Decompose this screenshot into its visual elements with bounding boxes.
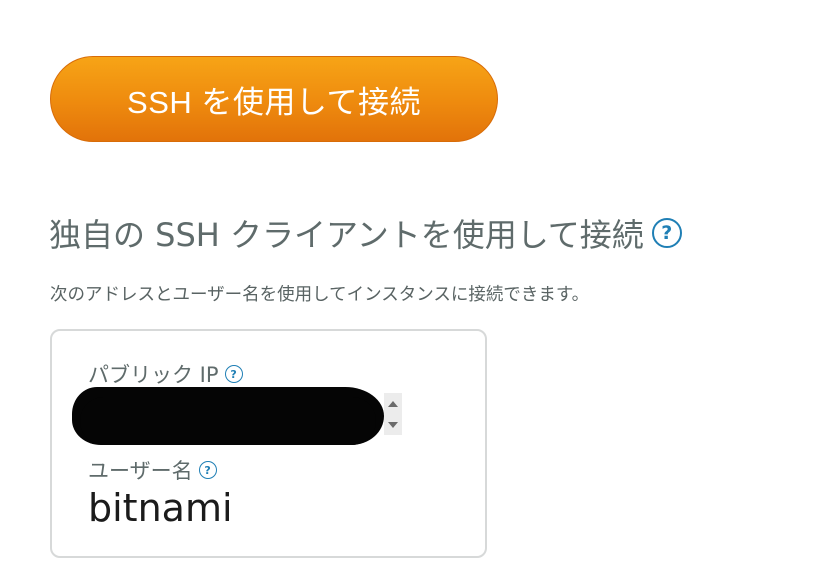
public-ip-help-icon[interactable]: ? [224,365,243,383]
ssh-client-heading: 独自の SSH クライアントを使用して接続 [49,216,644,254]
help-icon[interactable]: ? [651,218,682,248]
redaction-mark-fill [80,397,376,445]
connection-info-card: パブリック IP ? ユーザー名 ? bitnami [50,329,487,558]
public-ip-field[interactable] [72,385,404,445]
username-label: ユーザー名 [88,459,193,483]
connect-using-ssh-button[interactable]: SSH を使用して接続 [50,56,498,142]
page: SSH を使用して接続 独自の SSH クライアントを使用して接続 ? 次のアド… [0,0,815,588]
ssh-client-description: 次のアドレスとユーザー名を使用してインスタンスに接続できます。 [50,285,590,305]
ssh-client-heading-row: 独自の SSH クライアントを使用して接続 ? [49,210,682,256]
chevron-down-icon[interactable] [388,421,398,428]
username-help-icon[interactable]: ? [198,461,217,479]
username-value: bitnami [88,486,233,530]
chevron-up-icon[interactable] [388,400,398,407]
username-label-row: ユーザー名 ? [88,455,217,485]
ip-scroll-stepper[interactable] [384,393,402,435]
